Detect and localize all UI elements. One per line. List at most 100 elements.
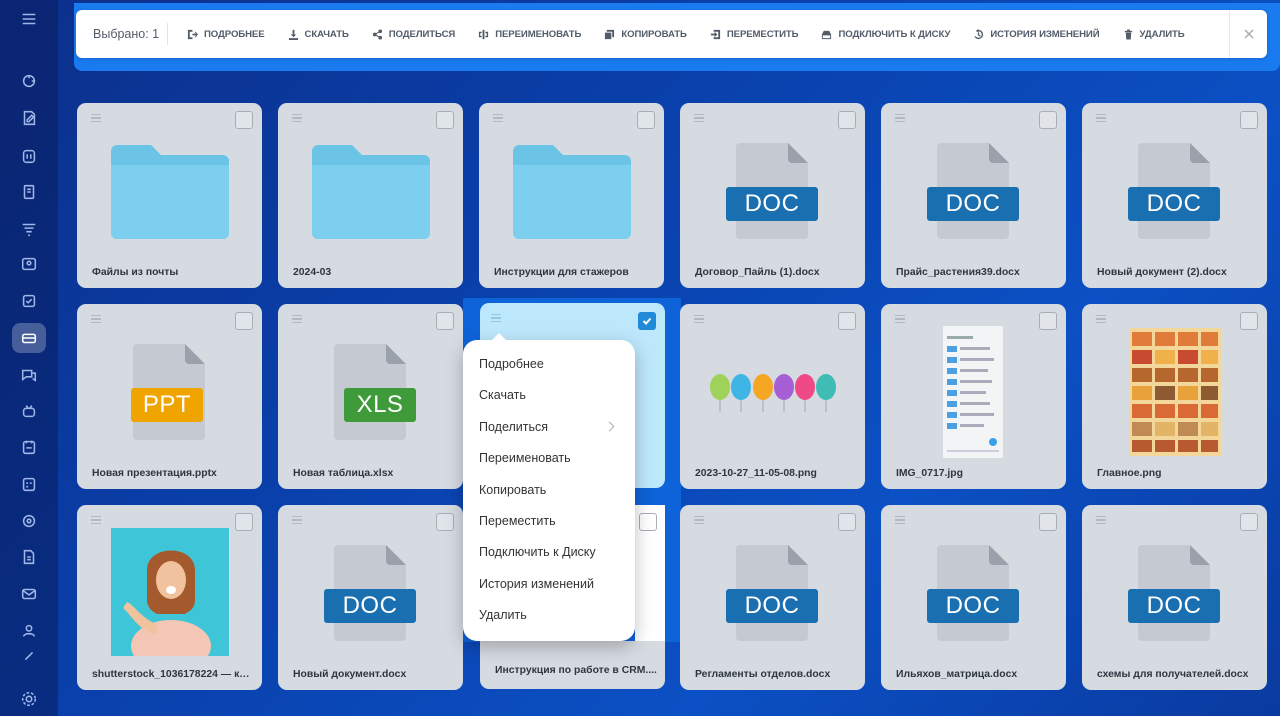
- file-checkbox[interactable]: [436, 111, 454, 129]
- goal-icon[interactable]: [12, 506, 46, 536]
- file-checkbox[interactable]: [235, 111, 253, 129]
- file-tile[interactable]: PPT Новая презентация.pptx: [77, 304, 262, 489]
- file-tile[interactable]: Главное.png: [1082, 304, 1267, 489]
- file-tile[interactable]: DOC Прайс_растения39.docx: [881, 103, 1066, 288]
- file-checkbox[interactable]: [1240, 312, 1258, 330]
- file-checkbox[interactable]: [1039, 513, 1057, 531]
- share-button[interactable]: Поделиться: [372, 29, 455, 40]
- file-checkbox-checked[interactable]: [638, 312, 656, 330]
- drag-handle-icon[interactable]: [895, 315, 905, 323]
- doc-file-icon: DOC: [726, 143, 818, 239]
- file-tile[interactable]: 2023-10-27_11-05-08.png: [680, 304, 865, 489]
- drag-handle-icon[interactable]: [493, 114, 503, 122]
- drag-handle-icon[interactable]: [292, 114, 302, 122]
- file-checkbox[interactable]: [235, 513, 253, 531]
- drag-handle-icon[interactable]: [292, 516, 302, 524]
- menu-item-move[interactable]: Переместить: [463, 507, 635, 538]
- file-icon[interactable]: [12, 542, 46, 572]
- filter-icon[interactable]: [12, 214, 46, 244]
- file-checkbox[interactable]: [235, 312, 253, 330]
- download-button[interactable]: Скачать: [288, 29, 349, 40]
- drag-handle-icon[interactable]: [91, 114, 101, 122]
- menu-item-copy[interactable]: Копировать: [463, 476, 635, 507]
- calendar-icon[interactable]: [12, 141, 46, 171]
- file-checkbox[interactable]: [1240, 513, 1258, 531]
- file-name: схемы для получателей.docx: [1097, 669, 1249, 680]
- drag-handle-icon[interactable]: [1096, 315, 1106, 323]
- file-checkbox[interactable]: [838, 513, 856, 531]
- drag-handle-icon[interactable]: [1096, 114, 1106, 122]
- file-tile[interactable]: Файлы из почты: [77, 103, 262, 288]
- file-tile[interactable]: DOC Договор_Пайль (1).docx: [680, 103, 865, 288]
- disk-icon[interactable]: [12, 323, 46, 353]
- drag-handle-icon[interactable]: [694, 516, 704, 524]
- file-tile-partial[interactable]: [635, 505, 665, 641]
- menu-item-share[interactable]: Поделиться: [463, 413, 635, 444]
- schedule-icon[interactable]: [12, 432, 46, 462]
- close-toolbar-button[interactable]: [1229, 10, 1267, 58]
- file-checkbox[interactable]: [1240, 111, 1258, 129]
- users-icon[interactable]: [12, 616, 46, 646]
- file-checkbox[interactable]: [838, 312, 856, 330]
- file-checkbox[interactable]: [1039, 111, 1057, 129]
- drag-handle-icon[interactable]: [694, 315, 704, 323]
- menu-item-download[interactable]: Скачать: [463, 381, 635, 412]
- file-checkbox[interactable]: [838, 111, 856, 129]
- file-tile[interactable]: DOC Ильяхов_матрица.docx: [881, 505, 1066, 690]
- file-tile[interactable]: XLS Новая таблица.xlsx: [278, 304, 463, 489]
- file-tile[interactable]: DOC Новый документ.docx: [278, 505, 463, 690]
- file-name: Ильяхов_матрица.docx: [896, 669, 1018, 680]
- tasks-edit-icon[interactable]: [12, 103, 46, 133]
- file-tile[interactable]: shutterstock_1036178224 — коп...: [77, 505, 262, 690]
- menu-item-rename[interactable]: Переименовать: [463, 444, 635, 475]
- file-tile[interactable]: 2024-03: [278, 103, 463, 288]
- drag-handle-icon[interactable]: [895, 516, 905, 524]
- menu-item-history[interactable]: История изменений: [463, 570, 635, 601]
- feed-icon[interactable]: [12, 66, 46, 96]
- menu-item-delete[interactable]: Удалить: [463, 601, 635, 632]
- checkbox-icon[interactable]: [12, 286, 46, 316]
- drag-handle-icon[interactable]: [895, 114, 905, 122]
- menu-item-details[interactable]: Подробнее: [463, 350, 635, 381]
- menu-item-connect-disk[interactable]: Подключить к Диску: [463, 538, 635, 569]
- file-checkbox[interactable]: [436, 312, 454, 330]
- drag-handle-icon[interactable]: [491, 314, 501, 322]
- connect-disk-button[interactable]: Подключить к диску: [821, 29, 950, 40]
- menu-icon[interactable]: [12, 4, 46, 34]
- sidebar: [0, 0, 58, 716]
- checkmark-icon: [642, 317, 652, 325]
- file-tile[interactable]: DOC схемы для получателей.docx: [1082, 505, 1267, 690]
- photo-thumbnail: [111, 528, 229, 656]
- drag-handle-icon[interactable]: [694, 114, 704, 122]
- document-icon[interactable]: [12, 177, 46, 207]
- mail-icon[interactable]: [12, 579, 46, 609]
- drag-handle-icon[interactable]: [292, 315, 302, 323]
- drag-handle-icon[interactable]: [91, 516, 101, 524]
- rename-button[interactable]: Переименовать: [478, 29, 581, 40]
- move-button[interactable]: Переместить: [710, 29, 799, 40]
- file-tile[interactable]: DOC Регламенты отделов.docx: [680, 505, 865, 690]
- delete-button[interactable]: Удалить: [1123, 29, 1185, 40]
- copy-button[interactable]: Копировать: [604, 29, 687, 40]
- chat-icon[interactable]: [12, 360, 46, 390]
- file-tile[interactable]: Инструкции для стажеров: [479, 103, 664, 288]
- drag-handle-icon[interactable]: [1096, 516, 1106, 524]
- planner-icon[interactable]: [12, 469, 46, 499]
- trash-icon: [1124, 28, 1132, 40]
- contacts-icon[interactable]: [12, 249, 46, 279]
- file-checkbox[interactable]: [637, 111, 655, 129]
- robot-icon[interactable]: [12, 396, 46, 426]
- details-button[interactable]: Подробнее: [187, 29, 265, 40]
- file-tile[interactable]: Инструкция по работе в CRM....: [480, 641, 665, 689]
- history-button[interactable]: История изменений: [973, 28, 1100, 40]
- chevron-right-icon: [604, 421, 615, 432]
- tools-icon[interactable]: [12, 646, 46, 666]
- file-tile[interactable]: DOC Новый документ (2).docx: [1082, 103, 1267, 288]
- drag-handle-icon[interactable]: [91, 315, 101, 323]
- details-icon: [187, 29, 198, 39]
- file-tile[interactable]: IMG_0717.jpg: [881, 304, 1066, 489]
- file-checkbox[interactable]: [639, 513, 657, 531]
- settings-icon[interactable]: [12, 684, 46, 714]
- file-checkbox[interactable]: [1039, 312, 1057, 330]
- file-checkbox[interactable]: [436, 513, 454, 531]
